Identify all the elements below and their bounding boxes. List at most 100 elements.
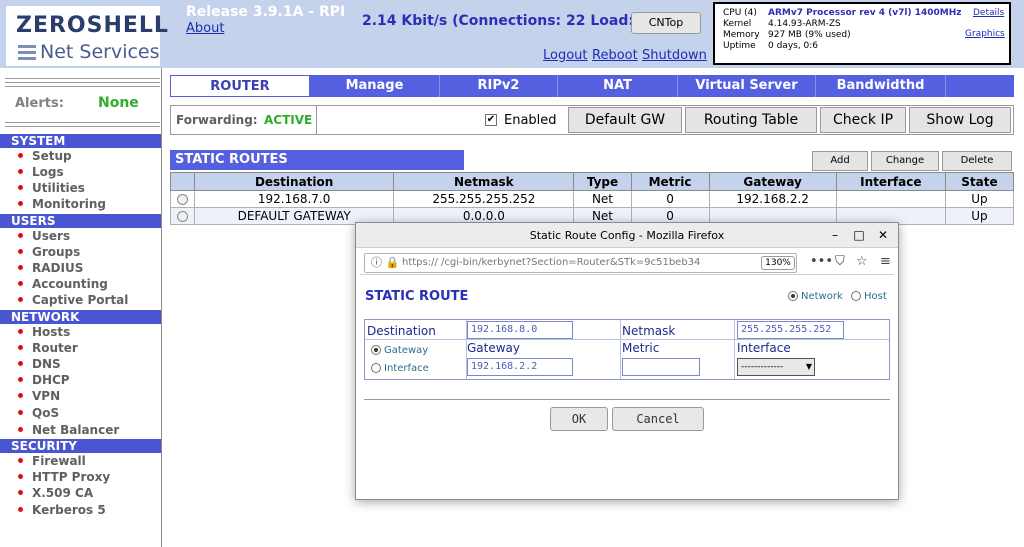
menu-icon[interactable]: ≡ xyxy=(880,254,891,269)
interface-option[interactable]: Interface xyxy=(371,363,429,374)
sidebar-item-monitoring[interactable]: Monitoring xyxy=(18,197,106,211)
tab-ripv2[interactable]: RIPv2 xyxy=(440,75,558,97)
about-link[interactable]: About xyxy=(186,21,224,36)
sidebar-item-setup[interactable]: Setup xyxy=(18,149,72,163)
site-info-icon[interactable]: ⓘ 🔒 xyxy=(371,254,399,272)
col-state: State xyxy=(944,172,1015,191)
more-icon[interactable]: ••• xyxy=(810,254,833,269)
netmask-input[interactable]: 255.255.255.252 xyxy=(737,321,844,339)
interface-radio[interactable] xyxy=(371,363,381,373)
static-route-dialog: Static Route Config - Mozilla Firefox – … xyxy=(355,222,899,500)
tab-manage[interactable]: Manage xyxy=(310,75,440,97)
check-ip-button[interactable]: Check IP xyxy=(820,107,906,133)
gateway-option[interactable]: Gateway xyxy=(371,345,428,356)
cell-state: Up xyxy=(944,190,1015,208)
sidebar-item-dns[interactable]: DNS xyxy=(18,357,61,371)
change-route-button[interactable]: Change xyxy=(871,151,939,171)
enabled-label: Enabled xyxy=(504,113,557,128)
add-route-button[interactable]: Add xyxy=(812,151,868,171)
shutdown-link[interactable]: Shutdown xyxy=(642,48,707,63)
ok-button[interactable]: OK xyxy=(550,407,608,431)
logo-bars-icon xyxy=(18,45,36,63)
col-destination: Destination xyxy=(194,172,395,191)
section-network: NETWORK xyxy=(0,310,161,324)
show-log-button[interactable]: Show Log xyxy=(909,107,1011,133)
logo-text: ZEROSHELL xyxy=(16,13,169,38)
bullet-icon xyxy=(18,249,23,254)
gateway-label: Gateway xyxy=(467,341,521,355)
sidebar-item-firewall[interactable]: Firewall xyxy=(18,454,86,468)
tab-bandwidthd[interactable]: Bandwidthd xyxy=(816,75,946,97)
divider xyxy=(5,126,160,127)
bullet-icon xyxy=(18,427,23,432)
row-select-radio[interactable] xyxy=(177,211,188,222)
header: ZEROSHELL Net Services Release 3.9.1A - … xyxy=(0,0,1024,68)
sidebar-item-captive-portal[interactable]: Captive Portal xyxy=(18,293,128,307)
cell-interface xyxy=(835,190,946,208)
enabled-checkbox[interactable]: ✔ xyxy=(485,114,497,126)
sidebar-item-kerberos[interactable]: Kerberos 5 xyxy=(18,503,106,517)
sidebar-item-router[interactable]: Router xyxy=(18,341,78,355)
sidebar-item-hosts[interactable]: Hosts xyxy=(18,325,70,339)
delete-route-button[interactable]: Delete xyxy=(942,151,1012,171)
bullet-icon xyxy=(18,393,23,398)
row-select-radio[interactable] xyxy=(177,194,188,205)
host-option[interactable]: Host xyxy=(851,291,887,302)
forwarding-label: Forwarding: xyxy=(176,113,258,127)
sidebar-item-accounting[interactable]: Accounting xyxy=(18,277,108,291)
sidebar-item-x509-ca[interactable]: X.509 CA xyxy=(18,486,93,500)
divider xyxy=(5,78,160,79)
tab-router[interactable]: ROUTER xyxy=(170,75,310,97)
system-info-box: CPU (4) ARMv7 Processor rev 4 (v7l) 1400… xyxy=(713,2,1011,65)
network-option[interactable]: Network xyxy=(788,291,843,302)
host-radio[interactable] xyxy=(851,291,861,301)
interface-select[interactable]: ------------- ▼ xyxy=(737,358,815,376)
netmask-label: Netmask xyxy=(622,324,676,338)
details-link[interactable]: Details xyxy=(973,8,1004,18)
default-gw-button[interactable]: Default GW xyxy=(568,107,682,133)
sidebar-item-net-balancer[interactable]: Net Balancer xyxy=(18,423,119,437)
logout-link[interactable]: Logout xyxy=(543,48,588,63)
sidebar-item-users[interactable]: Users xyxy=(18,229,70,243)
table-row[interactable]: 192.168.7.0 255.255.255.252 Net 0 192.16… xyxy=(169,190,1015,208)
release-version: Release 3.9.1A - RPI xyxy=(186,4,346,20)
maximize-icon[interactable]: □ xyxy=(852,228,866,242)
cell-gateway: 192.168.2.2 xyxy=(708,190,837,208)
col-interface: Interface xyxy=(835,172,946,191)
star-icon[interactable]: ☆ xyxy=(856,254,868,269)
close-icon[interactable]: ✕ xyxy=(876,228,890,242)
section-system: SYSTEM xyxy=(0,134,161,148)
gateway-input[interactable]: 192.168.2.2 xyxy=(467,358,573,376)
url-text: https:// /cgi-bin/kerbynet?Section=Route… xyxy=(402,257,701,268)
sidebar-item-qos[interactable]: QoS xyxy=(18,406,59,420)
sidebar-item-logs[interactable]: Logs xyxy=(18,165,64,179)
alerts-value: None xyxy=(98,95,139,111)
tab-virtual-server[interactable]: Virtual Server xyxy=(678,75,816,97)
sidebar-item-groups[interactable]: Groups xyxy=(18,245,80,259)
zoom-level[interactable]: 130% xyxy=(761,256,795,270)
bullet-icon xyxy=(18,345,23,350)
reboot-link[interactable]: Reboot xyxy=(592,48,638,63)
address-field[interactable]: ⓘ 🔒 https:// /cgi-bin/kerbynet?Section=R… xyxy=(364,253,797,273)
tab-nat[interactable]: NAT xyxy=(558,75,678,97)
bullet-icon xyxy=(18,474,23,479)
sidebar-item-dhcp[interactable]: DHCP xyxy=(18,373,70,387)
graphics-link[interactable]: Graphics xyxy=(965,29,1005,39)
network-radio[interactable] xyxy=(788,291,798,301)
sidebar-item-vpn[interactable]: VPN xyxy=(18,389,60,403)
sidebar-item-utilities[interactable]: Utilities xyxy=(18,181,85,195)
bullet-icon xyxy=(18,507,23,512)
gateway-radio[interactable] xyxy=(371,345,381,355)
cancel-button[interactable]: Cancel xyxy=(612,407,704,431)
memory-value: 927 MB (9% used) xyxy=(768,30,851,40)
pocket-icon[interactable]: ⛉ xyxy=(835,254,845,269)
sidebar-item-http-proxy[interactable]: HTTP Proxy xyxy=(18,470,110,484)
destination-input[interactable]: 192.168.8.0 xyxy=(467,321,573,339)
divider xyxy=(5,86,160,87)
bullet-icon xyxy=(18,201,23,206)
minimize-icon[interactable]: – xyxy=(828,228,842,242)
sidebar-item-radius[interactable]: RADIUS xyxy=(18,261,83,275)
routing-table-button[interactable]: Routing Table xyxy=(685,107,817,133)
metric-input[interactable] xyxy=(622,358,700,376)
cntop-button[interactable]: CNTop xyxy=(631,12,701,34)
